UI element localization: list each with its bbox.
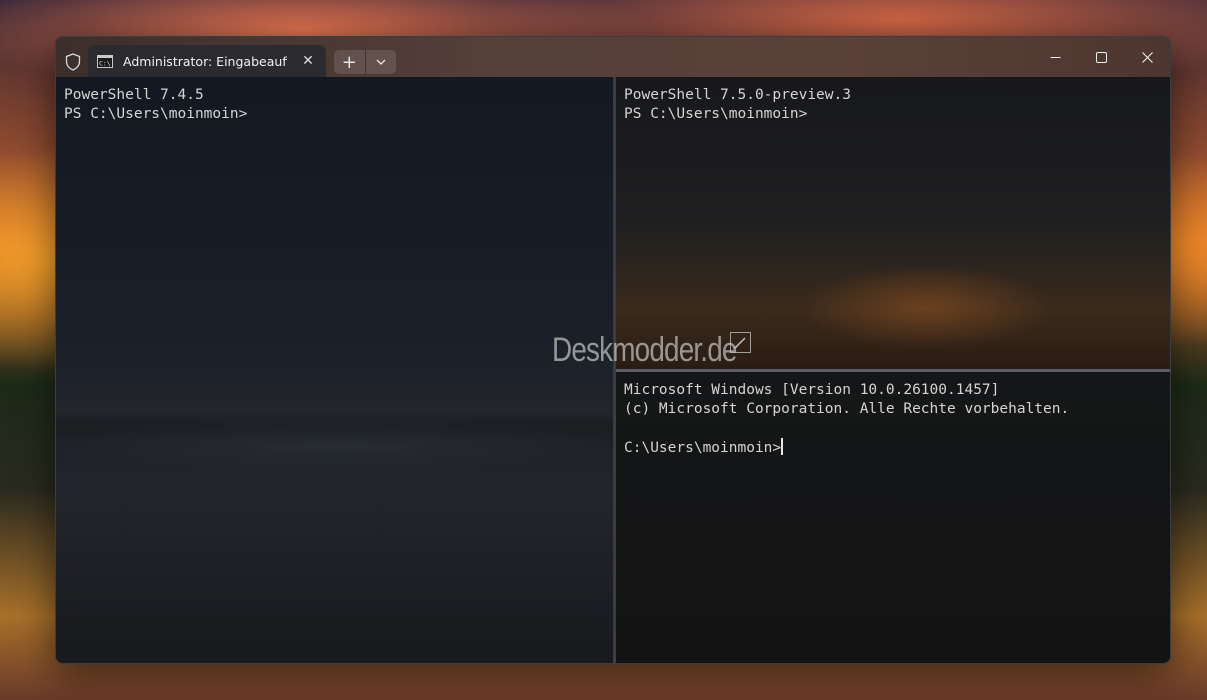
tab-title: Administrator: Eingabeaufforderung — [123, 53, 287, 69]
new-tab-group: + — [334, 50, 396, 74]
prompt-line: PS C:\Users\moinmoin> — [64, 106, 248, 122]
text-cursor — [781, 438, 783, 455]
terminal-pane-powershell-745[interactable]: PowerShell 7.4.5 PS C:\Users\moinmoin> — [56, 77, 613, 663]
maximize-button[interactable] — [1078, 37, 1124, 77]
close-icon[interactable]: ✕ — [301, 53, 315, 69]
output-line: Microsoft Windows [Version 10.0.26100.14… — [624, 382, 1000, 398]
close-icon — [1141, 51, 1153, 63]
svg-text:C:\: C:\ — [99, 59, 111, 67]
watermark: Deskmodder.de — [552, 330, 737, 369]
minimize-button[interactable] — [1032, 37, 1078, 77]
output-line: PowerShell 7.5.0-preview.3 — [624, 87, 851, 103]
output-line: (c) Microsoft Corporation. Alle Rechte v… — [624, 401, 1070, 417]
new-tab-button[interactable]: + — [334, 50, 366, 74]
maximize-icon — [1095, 51, 1107, 63]
minimize-icon — [1050, 56, 1060, 58]
profile-dropdown-button[interactable] — [366, 50, 397, 74]
command-prompt-icon: C:\ — [97, 54, 113, 68]
terminal-pane-powershell-preview[interactable]: PowerShell 7.5.0-preview.3 PS C:\Users\m… — [616, 77, 1170, 369]
plus-icon: + — [341, 51, 357, 73]
tab-administrator[interactable]: C:\ Administrator: Eingabeaufforderung ✕ — [88, 45, 326, 77]
output-line: PowerShell 7.4.5 — [64, 87, 204, 103]
title-bar[interactable]: C:\ Administrator: Eingabeaufforderung ✕… — [56, 37, 1170, 77]
shield-icon — [65, 53, 81, 71]
terminal-pane-cmd[interactable]: Microsoft Windows [Version 10.0.26100.14… — [616, 372, 1170, 663]
close-window-button[interactable] — [1124, 37, 1170, 77]
prompt-text: C:\Users\moinmoin> — [624, 440, 782, 456]
chevron-down-icon — [376, 59, 386, 65]
prompt-line[interactable]: C:\Users\moinmoin> — [624, 438, 1162, 457]
prompt-line: PS C:\Users\moinmoin> — [624, 106, 808, 122]
pencil-icon — [730, 332, 751, 353]
